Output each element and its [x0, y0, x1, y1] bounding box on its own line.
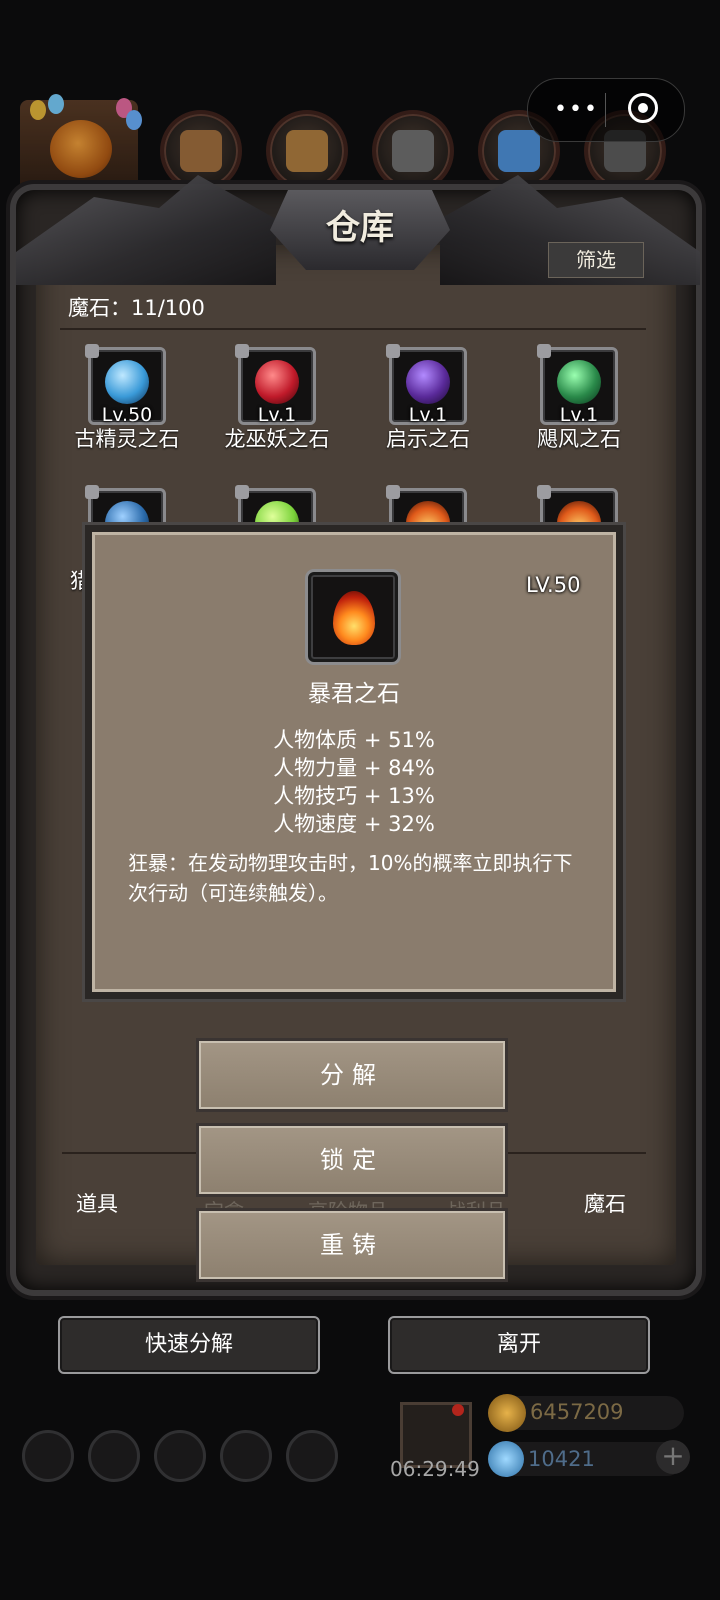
- lock-icon: [235, 485, 249, 499]
- item-name: 龙巫妖之石: [224, 427, 330, 451]
- mail-icon[interactable]: [220, 1430, 272, 1482]
- settings-icon[interactable]: [286, 1430, 338, 1482]
- notification-dot: [452, 1404, 464, 1416]
- menu-icon[interactable]: [22, 1430, 74, 1482]
- diamond-icon: [488, 1441, 524, 1477]
- quick-decompose-button[interactable]: 快速分解: [58, 1316, 320, 1374]
- gem-icon: [406, 360, 450, 404]
- add-currency-button[interactable]: +: [656, 1440, 690, 1474]
- lock-icon: [386, 344, 400, 358]
- stat-line: 人物力量 + 84%: [273, 756, 435, 780]
- detail-name: 暴君之石: [308, 681, 400, 707]
- divider: [60, 328, 646, 330]
- miniprogram-capsule: •••: [527, 78, 685, 142]
- item-name: 启示之石: [386, 427, 470, 451]
- flame-icon: [333, 591, 375, 645]
- lock-icon: [537, 485, 551, 499]
- tyrant-stone-icon: [308, 572, 398, 662]
- lock-icon: [85, 344, 99, 358]
- close-target-icon[interactable]: [628, 93, 658, 123]
- gem-amount: 10421: [528, 1447, 595, 1471]
- gem-icon: [557, 360, 601, 404]
- lock-icon: [537, 344, 551, 358]
- guild-icon[interactable]: [154, 1430, 206, 1482]
- balloon-icon: [126, 110, 142, 130]
- item-slot[interactable]: Lv.1: [386, 344, 467, 426]
- gem-icon: [105, 360, 149, 404]
- pumpkin-icon: [50, 120, 112, 178]
- balloon-icon: [30, 100, 46, 120]
- more-icon[interactable]: •••: [554, 99, 599, 121]
- lock-button[interactable]: 锁定: [196, 1123, 508, 1197]
- iron-icon: [372, 110, 454, 192]
- tab-items[interactable]: 道具: [76, 1188, 118, 1218]
- capsule-divider: [605, 93, 606, 127]
- gift-timer: 06:29:49: [390, 1457, 480, 1481]
- tab-magic-stones[interactable]: 魔石: [584, 1188, 626, 1218]
- stat-line: 人物速度 + 32%: [273, 812, 435, 836]
- lock-icon: [386, 485, 400, 499]
- star-icon[interactable]: [88, 1430, 140, 1482]
- magic-stone-count: 魔石：11/100: [68, 296, 205, 320]
- balloon-icon: [48, 94, 64, 114]
- gold-coin-icon: [488, 1394, 526, 1432]
- lock-icon: [235, 344, 249, 358]
- gem-icon: [255, 360, 299, 404]
- stat-line: 人物技巧 + 13%: [273, 784, 435, 808]
- filter-button[interactable]: 筛选: [548, 242, 644, 278]
- stat-line: 人物体质 + 51%: [273, 728, 435, 752]
- item-slot[interactable]: Lv.1: [537, 344, 618, 426]
- item-slot[interactable]: Lv.1: [235, 344, 316, 426]
- leave-button[interactable]: 离开: [388, 1316, 650, 1374]
- decompose-button[interactable]: 分解: [196, 1038, 508, 1112]
- lock-icon: [85, 485, 99, 499]
- skill-description: 狂暴：在发动物理攻击时，10%的概率立即执行下次行动（可连续触发）。: [128, 851, 573, 905]
- item-name: 飓风之石: [537, 427, 621, 451]
- wood-icon: [266, 110, 348, 192]
- window-title: 仓库: [326, 208, 394, 248]
- item-slot[interactable]: Lv.50: [85, 344, 166, 426]
- recast-button[interactable]: 重铸: [196, 1208, 508, 1282]
- detail-level: LV.50: [526, 573, 581, 597]
- gold-amount: 6457209: [530, 1400, 624, 1424]
- item-name: 古精灵之石: [74, 427, 180, 451]
- event-avatar[interactable]: [20, 94, 142, 200]
